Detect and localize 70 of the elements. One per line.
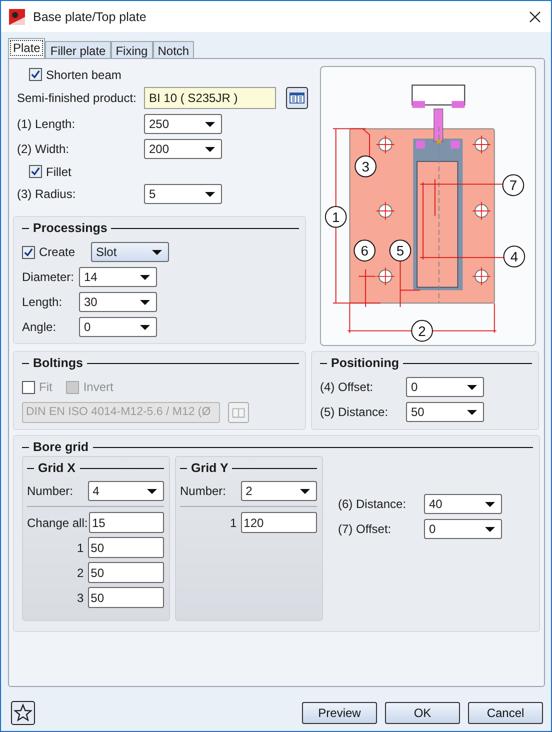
input-field[interactable]: 15 xyxy=(89,512,164,533)
dropdown[interactable]: 50 xyxy=(406,402,484,422)
dropdown[interactable]: Slot xyxy=(91,242,169,262)
tab[interactable]: Filler plate xyxy=(45,41,111,58)
field-label: Length: xyxy=(22,295,64,309)
field-label: 1 xyxy=(76,540,84,554)
field-label: Change all: xyxy=(27,516,85,530)
callout-number: 6 xyxy=(354,240,376,262)
callout-number: 2 xyxy=(411,320,433,342)
callout-number: 4 xyxy=(503,246,526,268)
app-icon xyxy=(9,8,25,24)
dialog-button[interactable]: Preview xyxy=(302,702,377,724)
callout-number: 7 xyxy=(502,174,524,196)
dropdown[interactable]: 40 xyxy=(424,494,502,514)
field-label: Diameter: xyxy=(22,270,75,284)
tab[interactable]: Plate xyxy=(8,38,46,58)
field-label: (2) Width: xyxy=(17,142,70,156)
checkbox-label: Fit xyxy=(39,380,52,394)
dropdown[interactable]: 0 xyxy=(424,519,502,539)
field-label: Number: xyxy=(27,484,74,498)
field-label: 1 xyxy=(228,516,237,530)
tab[interactable]: Notch xyxy=(152,41,194,58)
close-icon[interactable] xyxy=(529,10,541,22)
product-field[interactable]: BI 10 ( S235JR ) xyxy=(144,87,276,109)
dropdown[interactable]: 250 xyxy=(144,114,222,134)
field-label: Semi-finished product: xyxy=(17,91,138,105)
input-field[interactable]: 50 xyxy=(88,537,164,558)
dropdown[interactable]: 200 xyxy=(144,139,222,159)
field-label: (5) Distance: xyxy=(320,405,390,419)
checkbox-label: Invert xyxy=(83,380,114,394)
checkbox-label: Create xyxy=(39,245,76,259)
field-label: (7) Offset: xyxy=(338,522,392,536)
field-label: (6) Distance: xyxy=(338,497,408,511)
field-label: (4) Offset: xyxy=(320,380,374,394)
dropdown[interactable]: 14 xyxy=(79,267,157,287)
group-title: Grid Y xyxy=(191,461,228,475)
window-title: Base plate/Top plate xyxy=(33,10,148,24)
group-title: Grid X xyxy=(38,461,76,475)
callout-number: 3 xyxy=(354,155,376,178)
input-field[interactable]: 50 xyxy=(88,587,164,608)
field-label: 3 xyxy=(76,590,84,604)
star-icon[interactable] xyxy=(11,701,35,725)
checkbox-label: Shorten beam xyxy=(46,68,122,82)
group-title: Processings xyxy=(33,221,108,235)
dropdown[interactable]: 0 xyxy=(79,317,157,337)
dropdown[interactable]: 30 xyxy=(79,292,157,312)
dialog-button[interactable]: OK xyxy=(385,702,460,724)
checkbox[interactable] xyxy=(29,165,42,178)
dialog-button[interactable]: Cancel xyxy=(468,702,543,724)
input-field[interactable]: 120 xyxy=(240,512,317,533)
checkbox[interactable] xyxy=(22,246,35,258)
dropdown[interactable]: 0 xyxy=(406,377,484,397)
dropdown[interactable]: 5 xyxy=(144,184,222,204)
tab[interactable]: Fixing xyxy=(110,41,153,58)
dropdown[interactable]: 2 xyxy=(240,481,317,501)
group-title: Bore grid xyxy=(33,440,89,454)
input-field[interactable]: 50 xyxy=(88,562,164,583)
group-title: Boltings xyxy=(33,356,83,370)
table-icon[interactable] xyxy=(286,87,308,109)
field-label: Angle: xyxy=(22,320,58,334)
field-label: Number: xyxy=(180,484,228,498)
field-label: (3) Radius: xyxy=(17,187,77,201)
callout-number: 5 xyxy=(389,240,412,262)
checkbox-label: Fillet xyxy=(46,164,72,178)
field-label: (1) Length: xyxy=(17,117,76,131)
callout-number: 1 xyxy=(324,206,347,228)
checkbox[interactable] xyxy=(29,68,42,81)
dropdown[interactable]: 4 xyxy=(88,481,164,501)
field-label: 2 xyxy=(76,566,84,580)
group-title: Positioning xyxy=(331,356,400,370)
